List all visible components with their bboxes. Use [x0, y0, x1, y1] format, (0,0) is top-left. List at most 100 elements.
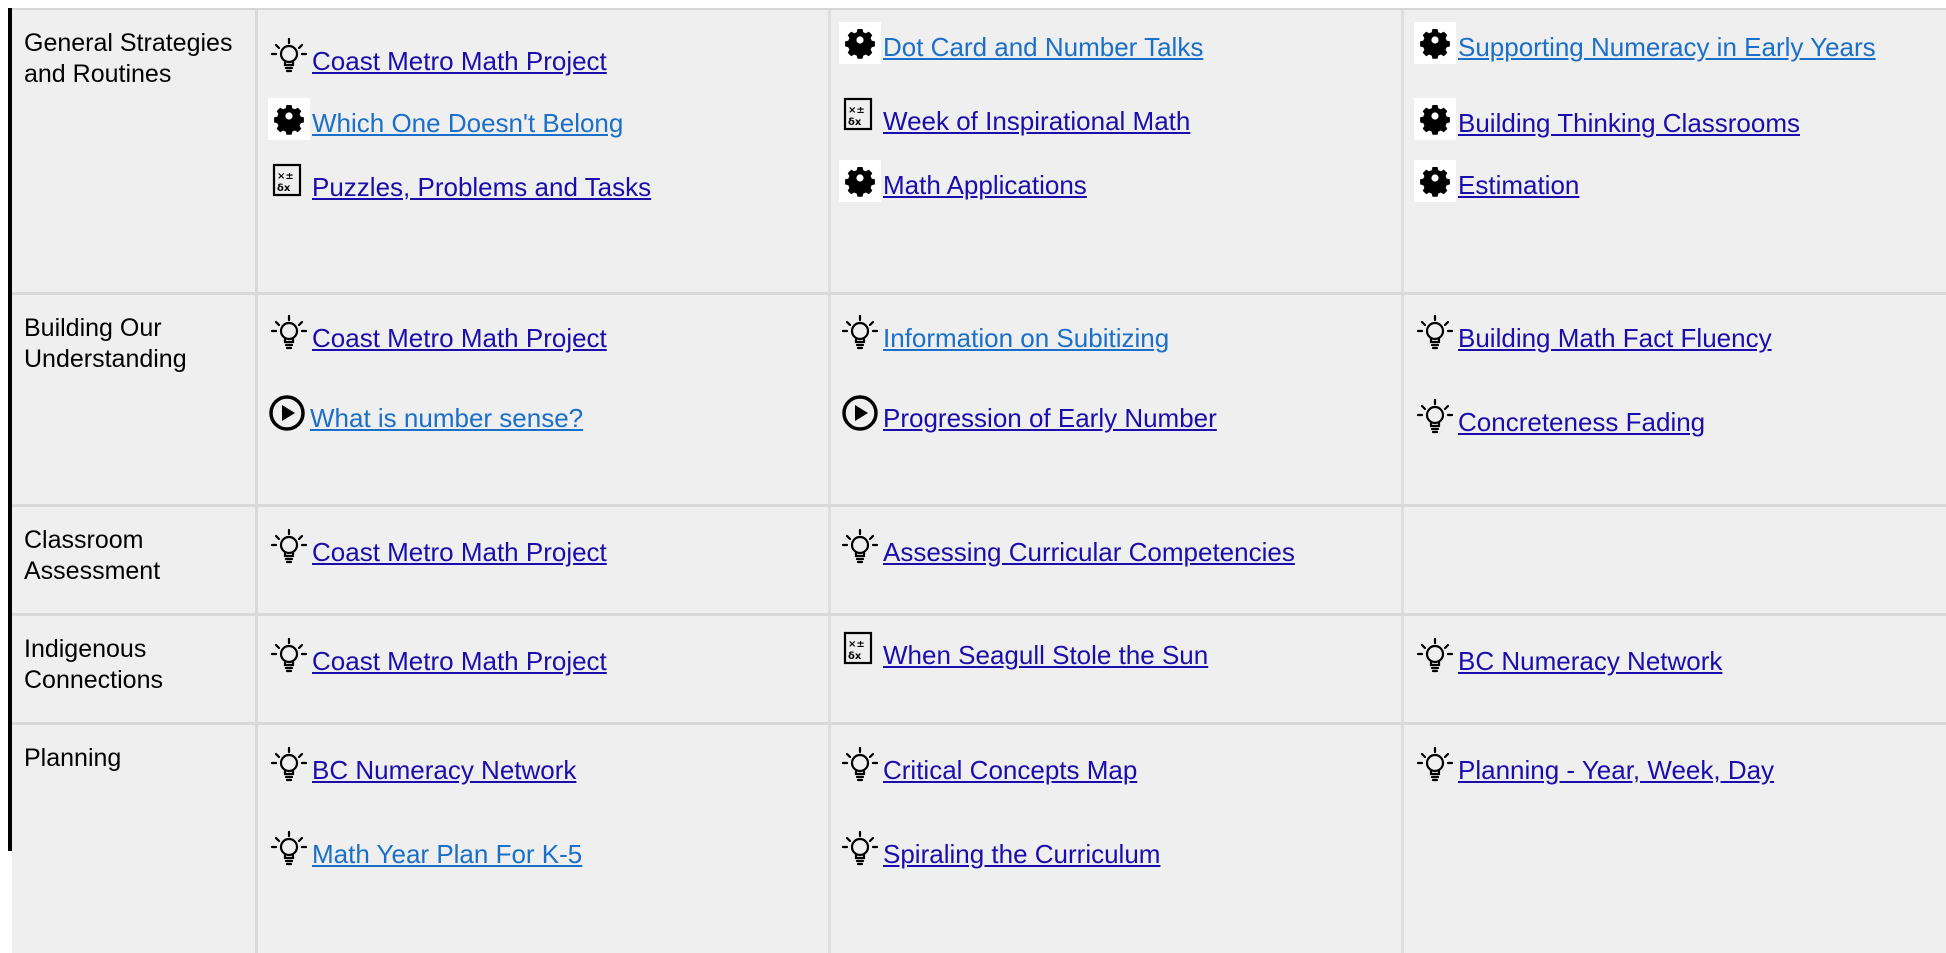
row-label: Planning [12, 724, 257, 953]
lightbulb-icon [268, 745, 310, 787]
resource-cell: BC Numeracy Network Math Year Plan For K… [258, 725, 828, 953]
resource-link-item[interactable]: Dot Card and Number Talks [839, 22, 1203, 64]
resource-link[interactable]: BC Numeracy Network [1458, 646, 1722, 678]
resource-link[interactable]: When Seagull Stole the Sun [883, 640, 1208, 672]
calculator-icon: ×±δx [839, 96, 881, 138]
resource-link-item[interactable]: Planning - Year, Week, Day [1414, 745, 1774, 787]
resource-link-item[interactable]: Math Year Plan For K-5 [268, 829, 582, 871]
row-label: Indigenous Connections [12, 615, 257, 724]
resource-link[interactable]: Which One Doesn't Belong [312, 108, 623, 140]
resource-link-item[interactable]: Coast Metro Math Project [268, 313, 607, 355]
resource-link[interactable]: Math Applications [883, 170, 1087, 202]
lightbulb-icon [268, 527, 310, 569]
resource-cell: Critical Concepts Map Spiraling the Curr… [831, 725, 1401, 953]
resource-link-item[interactable]: BC Numeracy Network [268, 745, 576, 787]
lightbulb-icon [268, 829, 310, 871]
resource-link[interactable]: Puzzles, Problems and Tasks [312, 172, 651, 204]
lightbulb-icon [839, 527, 881, 569]
resource-link-item[interactable]: Critical Concepts Map [839, 745, 1137, 787]
resource-link-item[interactable]: Building Thinking Classrooms [1414, 98, 1800, 140]
lightbulb-icon [1414, 636, 1456, 678]
resource-link[interactable]: What is number sense? [310, 403, 583, 435]
table-row: Planning BC Numeracy Network Math Year P… [12, 724, 1946, 953]
calculator-icon: ×±δx [268, 162, 310, 204]
resource-link-item[interactable]: BC Numeracy Network [1414, 636, 1722, 678]
gear-icon [839, 22, 881, 64]
resource-link[interactable]: Concreteness Fading [1458, 407, 1705, 439]
resource-link-item[interactable]: ×±δx Week of Inspirational Math [839, 96, 1190, 138]
resource-link-item[interactable]: Coast Metro Math Project [268, 636, 607, 678]
resource-link-item[interactable]: Spiraling the Curriculum [839, 829, 1160, 871]
lightbulb-icon [1414, 313, 1456, 355]
lightbulb-icon [839, 313, 881, 355]
resource-link-item[interactable]: Assessing Curricular Competencies [839, 527, 1295, 569]
resource-link-item[interactable]: Coast Metro Math Project [268, 527, 607, 569]
resources-table: General Strategies and Routines Coast Me… [12, 10, 1946, 953]
table-row: Indigenous Connections Coast Metro Math … [12, 615, 1946, 724]
resource-cell: Building Math Fact Fluency Concreteness … [1404, 295, 1946, 504]
resource-cell: Information on Subitizing Progression of… [831, 295, 1401, 504]
resource-link[interactable]: Information on Subitizing [883, 323, 1169, 355]
resource-link-item[interactable]: Math Applications [839, 160, 1087, 202]
table-row: General Strategies and Routines Coast Me… [12, 10, 1946, 294]
resource-link[interactable]: Supporting Numeracy in Early Years [1458, 32, 1876, 64]
gear-icon [839, 160, 881, 202]
svg-text:δx: δx [277, 183, 291, 194]
table-row: Building Our Understanding Coast Metro M… [12, 294, 1946, 506]
resource-link[interactable]: Math Year Plan For K-5 [312, 839, 582, 871]
resource-link-item[interactable]: Concreteness Fading [1414, 397, 1705, 439]
row-label: General Strategies and Routines [12, 10, 257, 294]
resource-link-item[interactable]: Coast Metro Math Project [268, 36, 607, 78]
resource-link-item[interactable]: Information on Subitizing [839, 313, 1169, 355]
resource-link-item[interactable]: Which One Doesn't Belong [268, 98, 623, 140]
resource-link[interactable]: Estimation [1458, 170, 1579, 202]
lightbulb-icon [1414, 745, 1456, 787]
svg-text:δx: δx [848, 117, 862, 128]
resource-cell: Coast Metro Math Project [258, 507, 828, 613]
calculator-icon: ×±δx [839, 630, 881, 672]
resource-link-item[interactable]: What is number sense? [266, 393, 583, 435]
resource-link[interactable]: Spiraling the Curriculum [883, 839, 1160, 871]
svg-text:δx: δx [848, 651, 862, 662]
play-circle-icon [839, 393, 881, 435]
lightbulb-icon [268, 636, 310, 678]
resource-cell: Coast Metro Math Project Which One Doesn… [258, 10, 828, 292]
resource-link-item[interactable]: Progression of Early Number [839, 393, 1217, 435]
resource-link[interactable]: Week of Inspirational Math [883, 106, 1190, 138]
lightbulb-icon [839, 745, 881, 787]
lightbulb-icon [1414, 397, 1456, 439]
svg-text:×±: ×± [848, 105, 865, 116]
lightbulb-icon [268, 313, 310, 355]
svg-text:×±: ×± [277, 171, 294, 182]
resource-link[interactable]: Building Thinking Classrooms [1458, 108, 1800, 140]
resource-link-item[interactable]: Supporting Numeracy in Early Years [1414, 22, 1876, 64]
resource-link[interactable]: BC Numeracy Network [312, 755, 576, 787]
resource-cell: Planning - Year, Week, Day [1404, 725, 1946, 953]
resource-link-item[interactable]: Estimation [1414, 160, 1579, 202]
resource-link[interactable]: Critical Concepts Map [883, 755, 1137, 787]
resource-link-item[interactable]: Building Math Fact Fluency [1414, 313, 1772, 355]
resource-link[interactable]: Building Math Fact Fluency [1458, 323, 1772, 355]
resource-link[interactable]: Coast Metro Math Project [312, 46, 607, 78]
resource-link-item[interactable]: ×±δx Puzzles, Problems and Tasks [268, 162, 651, 204]
resource-cell: ×±δx When Seagull Stole the Sun [831, 616, 1401, 722]
resource-link[interactable]: Coast Metro Math Project [312, 646, 607, 678]
resource-link[interactable]: Dot Card and Number Talks [883, 32, 1203, 64]
resource-link[interactable]: Assessing Curricular Competencies [883, 537, 1295, 569]
resource-cell: Coast Metro Math Project What is number … [258, 295, 828, 504]
play-circle-icon [266, 393, 308, 435]
resource-link[interactable]: Coast Metro Math Project [312, 323, 607, 355]
resource-link[interactable]: Planning - Year, Week, Day [1458, 755, 1774, 787]
resource-cell: Coast Metro Math Project [258, 616, 828, 722]
resource-link[interactable]: Coast Metro Math Project [312, 537, 607, 569]
resource-cell [1404, 507, 1946, 613]
resource-cell: Assessing Curricular Competencies [831, 507, 1401, 613]
table-row: Classroom Assessment Coast Metro Math Pr… [12, 506, 1946, 615]
gear-icon [1414, 98, 1456, 140]
resource-link[interactable]: Progression of Early Number [883, 403, 1217, 435]
gear-icon [1414, 160, 1456, 202]
resource-cell: BC Numeracy Network [1404, 616, 1946, 722]
gear-icon [1414, 22, 1456, 64]
resource-cell: Dot Card and Number Talks ×±δx Week of I… [831, 10, 1401, 292]
resource-link-item[interactable]: ×±δx When Seagull Stole the Sun [839, 630, 1208, 672]
